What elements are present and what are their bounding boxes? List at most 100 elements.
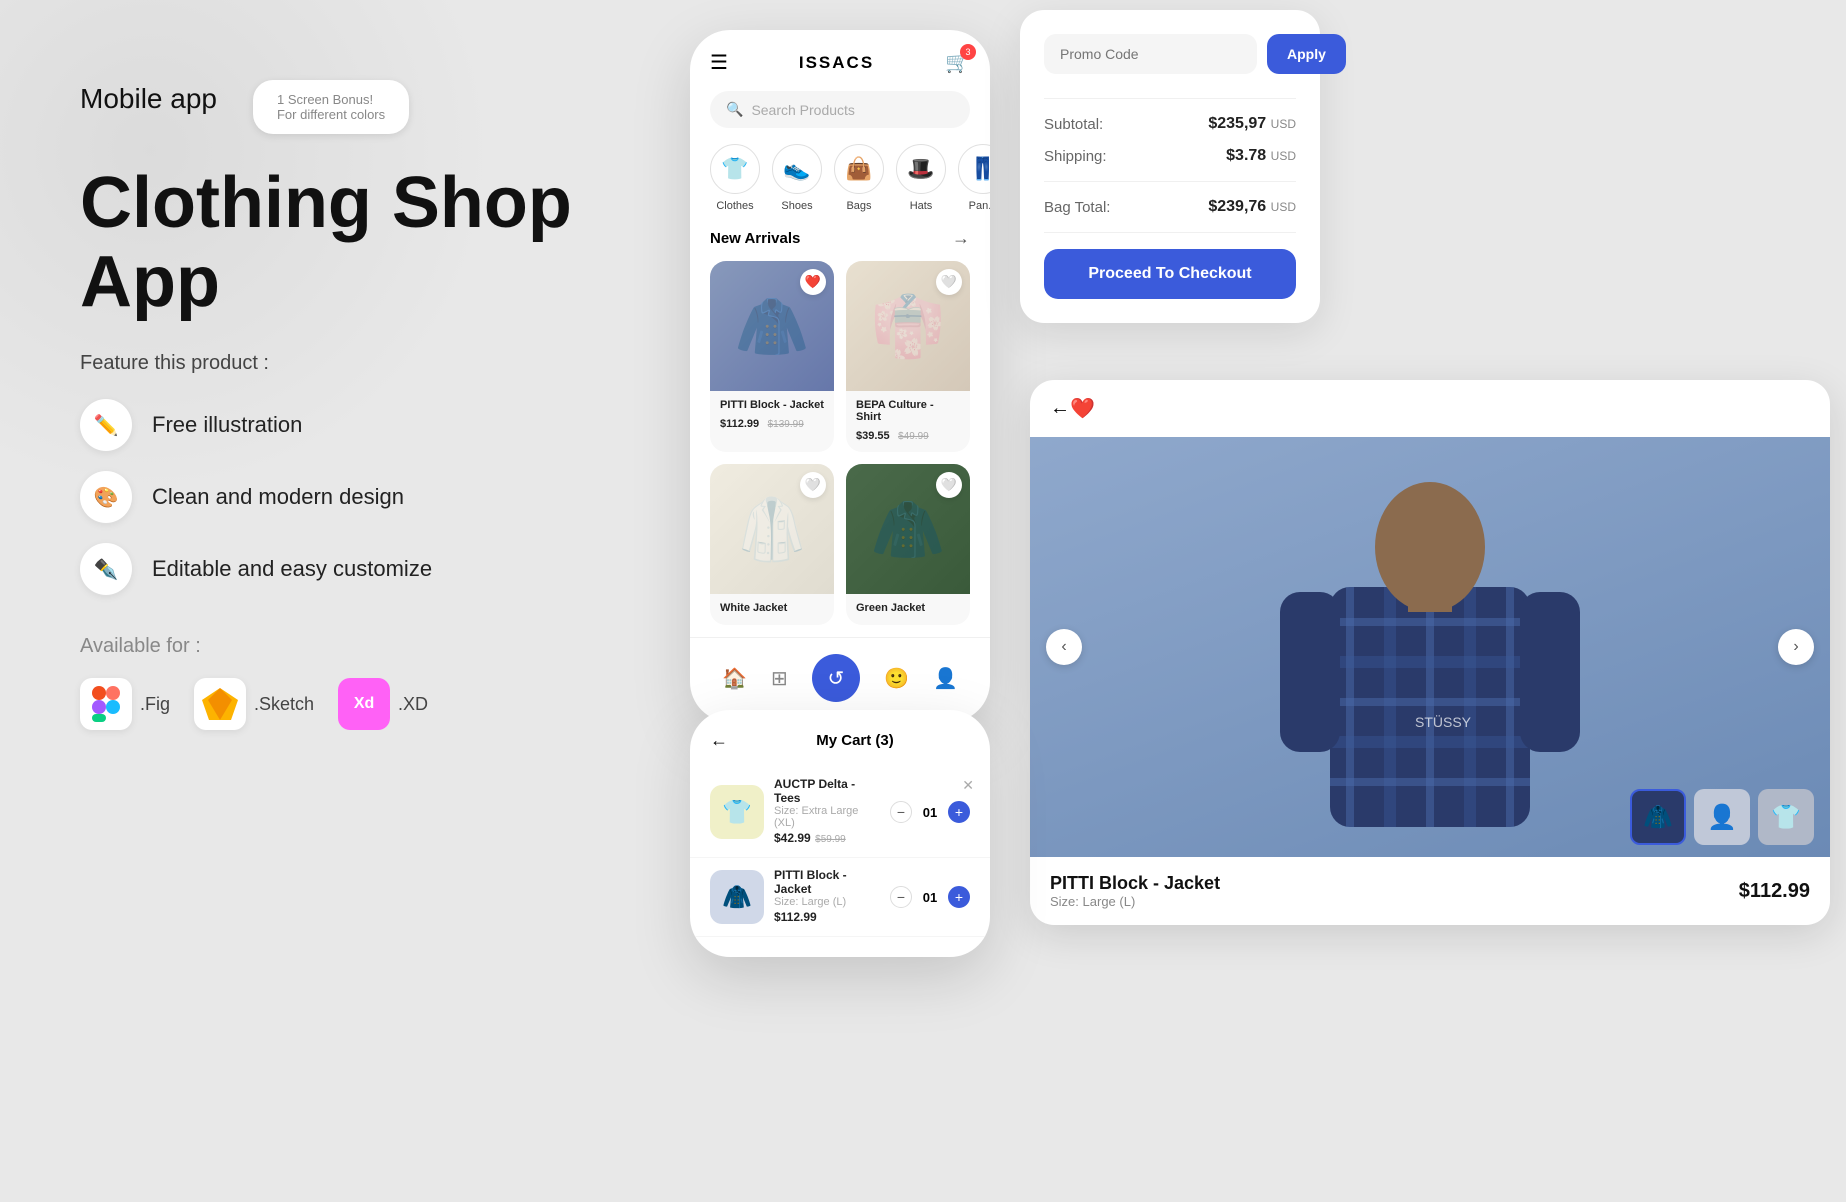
pencil-icon: ✏️ (80, 399, 132, 451)
bags-icon: 👜 (834, 144, 884, 194)
platform-list: .Fig .Sketch Xd .XD (80, 678, 660, 730)
product-info-2: BEPA Culture - Shirt $39.55 $49.99 (846, 391, 970, 452)
heart-nav-icon[interactable]: 🙂 (884, 666, 909, 691)
category-list: 👕 Clothes 👟 Shoes 👜 Bags 🎩 Hats 👖 Pan... (690, 144, 990, 228)
favorite-btn-4[interactable]: 🤍 (936, 472, 962, 498)
bottom-nav: 🏠 ⊞ ↺ 🙂 👤 (690, 637, 990, 702)
new-arrivals-header: New Arrivals → (690, 228, 990, 261)
add-icon: ↺ (828, 666, 845, 691)
heart-empty-icon-3: 🤍 (805, 477, 821, 493)
subtotal-label: Subtotal: (1044, 116, 1103, 133)
qty-control-1: − 01 + (890, 801, 970, 823)
new-arrivals-title: New Arrivals (710, 230, 800, 247)
hats-icon: 🎩 (896, 144, 946, 194)
favorite-btn-2[interactable]: 🤍 (936, 269, 962, 295)
thumbnail-3[interactable]: 👕 (1758, 789, 1814, 845)
product-info-1: PITTI Block - Jacket $112.99 $139.99 (710, 391, 834, 440)
detail-next-button[interactable]: › (1778, 629, 1814, 665)
fab-button[interactable]: ↺ (812, 654, 860, 702)
products-grid: 🧥 ❤️ PITTI Block - Jacket $112.99 $139.9… (690, 261, 990, 625)
phone-header: ☰ ISSACS 🛒 3 (690, 50, 990, 91)
thumbnail-1[interactable]: 🧥 (1630, 789, 1686, 845)
brand-name: ISSACS (799, 53, 874, 73)
product-info-4: Green Jacket (846, 594, 970, 625)
cart-item-image-2: 🧥 (710, 870, 764, 924)
qty-increase-2[interactable]: + (948, 886, 970, 908)
qty-value-2: 01 (920, 890, 940, 905)
shoes-icon: 👟 (772, 144, 822, 194)
search-icon: 🔍 (726, 101, 743, 118)
search-bar[interactable]: 🔍 Search Products (710, 91, 970, 128)
xd-icon: Xd (338, 678, 390, 730)
cart-icon[interactable]: 🛒 3 (945, 50, 970, 75)
phone-main-mockup: ☰ ISSACS 🛒 3 🔍 Search Products 👕 Clothes… (690, 30, 990, 722)
remove-item-1[interactable]: ✕ (962, 777, 974, 794)
cart-item-image-1: 👕 (710, 785, 764, 839)
detail-product-info: PITTI Block - Jacket Size: Large (L) (1050, 873, 1220, 909)
cart-title: My Cart (3) (740, 732, 970, 749)
cart-item-2: 🧥 PITTI Block - Jacket Size: Large (L) $… (690, 858, 990, 937)
platform-xd: Xd .XD (338, 678, 428, 730)
pants-icon: 👖 (958, 144, 990, 194)
product-card-2[interactable]: 👘 🤍 BEPA Culture - Shirt $39.55 $49.99 (846, 261, 970, 452)
detail-size: Size: Large (L) (1050, 894, 1220, 909)
bag-total-label: Bag Total: (1044, 199, 1110, 216)
shipping-value: $3.78 USD (1226, 147, 1296, 165)
category-hats[interactable]: 🎩 Hats (896, 144, 946, 212)
figma-icon (80, 678, 132, 730)
qty-decrease-1[interactable]: − (890, 801, 912, 823)
apply-button[interactable]: Apply (1267, 34, 1346, 74)
heart-empty-icon: 🤍 (941, 274, 957, 290)
product-card-3[interactable]: 🥼 🤍 White Jacket (710, 464, 834, 625)
product-card-1[interactable]: 🧥 ❤️ PITTI Block - Jacket $112.99 $139.9… (710, 261, 834, 452)
promo-code-input[interactable] (1044, 34, 1257, 74)
detail-product-price: $112.99 (1739, 880, 1810, 903)
cart-back-icon[interactable]: ← (710, 730, 728, 751)
category-bags[interactable]: 👜 Bags (834, 144, 884, 212)
divider-3 (1044, 232, 1296, 233)
category-pants[interactable]: 👖 Pan... (958, 144, 990, 212)
thumbnail-row: 🧥 👤 👕 (1630, 789, 1814, 845)
qty-decrease-2[interactable]: − (890, 886, 912, 908)
shipping-label: Shipping: (1044, 148, 1107, 165)
pen-icon: ✒️ (80, 543, 132, 595)
profile-nav-icon[interactable]: 👤 (933, 666, 958, 691)
platform-figma: .Fig (80, 678, 170, 730)
list-item: 🎨 Clean and modern design (80, 471, 660, 523)
home-nav-icon[interactable]: 🏠 (722, 666, 747, 691)
cart-badge: 3 (960, 44, 976, 60)
favorite-btn-1[interactable]: ❤️ (800, 269, 826, 295)
back-icon[interactable]: ← (1050, 397, 1070, 420)
clothes-icon: 👕 (710, 144, 760, 194)
bonus-badge: 1 Screen Bonus! For different colors (253, 80, 409, 134)
qty-increase-1[interactable]: + (948, 801, 970, 823)
bag-total-value: $239,76 USD (1208, 198, 1296, 216)
cart-item-info-2: PITTI Block - Jacket Size: Large (L) $11… (774, 868, 880, 926)
cart-item-1: 👕 AUCTP Delta - Tees Size: Extra Large (… (690, 767, 990, 858)
promo-row: Apply (1044, 34, 1296, 74)
product-card-4[interactable]: 🧥 🤍 Green Jacket (846, 464, 970, 625)
svg-text:STÜSSY: STÜSSY (1415, 713, 1472, 730)
left-section: Mobile app 1 Screen Bonus! For different… (80, 80, 660, 730)
proceed-to-checkout-button[interactable]: Proceed To Checkout (1044, 249, 1296, 299)
detail-product-name: PITTI Block - Jacket (1050, 873, 1220, 894)
see-all-arrow[interactable]: → (952, 228, 970, 249)
cart-header: ← My Cart (3) (690, 730, 990, 767)
category-shoes[interactable]: 👟 Shoes (772, 144, 822, 212)
detail-header: ← ❤️ 🛒 3 (1030, 380, 1830, 437)
grid-nav-icon[interactable]: ⊞ (771, 666, 788, 691)
favorite-btn-3[interactable]: 🤍 (800, 472, 826, 498)
app-title: Clothing Shop App (80, 164, 660, 322)
thumbnail-2[interactable]: 👤 (1694, 789, 1750, 845)
divider-2 (1044, 181, 1296, 182)
feature-list: ✏️ Free illustration 🎨 Clean and modern … (80, 399, 660, 595)
category-clothes[interactable]: 👕 Clothes (710, 144, 760, 212)
favorite-detail-icon[interactable]: ❤️ (1070, 396, 1095, 421)
menu-icon[interactable]: ☰ (710, 50, 728, 75)
sketch-icon (194, 678, 246, 730)
product-info-3: White Jacket (710, 594, 834, 625)
detail-prev-button[interactable]: ‹ (1046, 629, 1082, 665)
shipping-row: Shipping: $3.78 USD (1044, 147, 1296, 165)
product-detail-card: ← ❤️ 🛒 3 (1030, 380, 1830, 925)
available-label: Available for : (80, 635, 660, 658)
